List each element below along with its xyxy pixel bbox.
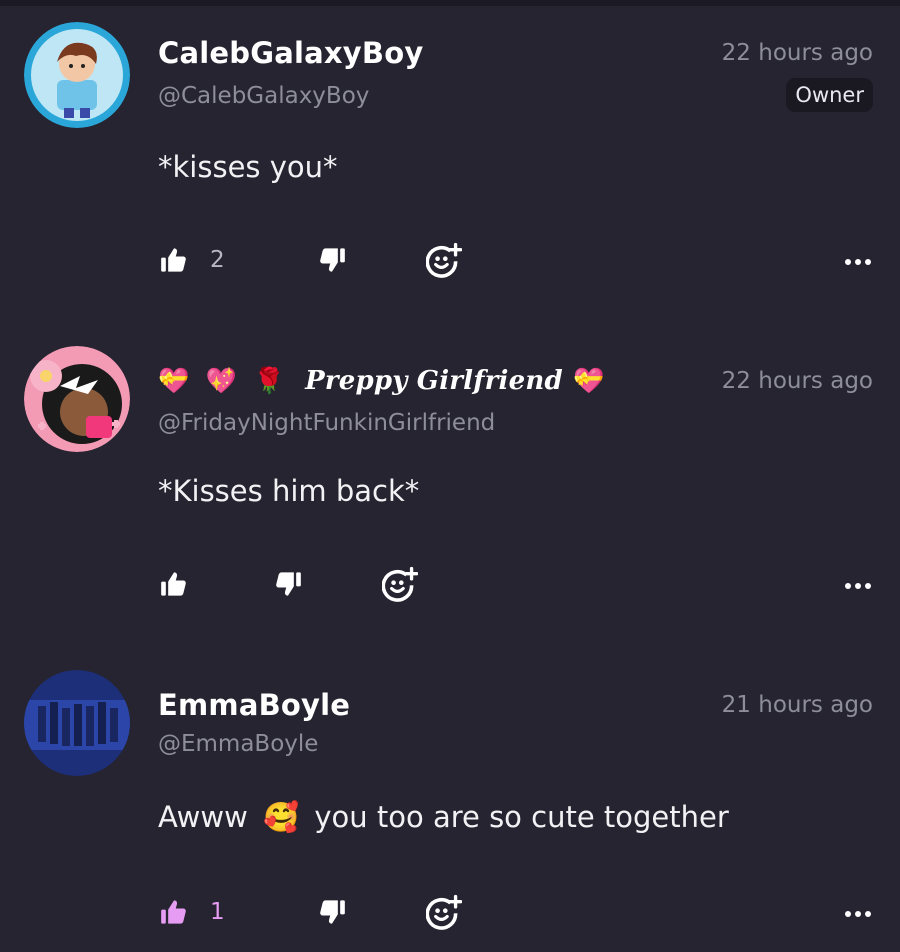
dislike-button[interactable]: [318, 246, 346, 274]
avatar[interactable]: [24, 670, 130, 776]
more-options-icon: [845, 911, 871, 917]
avatar[interactable]: [24, 22, 130, 128]
display-name[interactable]: EmmaBoyle: [158, 688, 350, 722]
add-reaction-icon: [382, 566, 418, 602]
comment-text: *kisses you*: [158, 150, 338, 184]
user-handle[interactable]: @EmmaBoyle: [158, 731, 318, 757]
thumbs-down-icon: [276, 572, 301, 596]
top-divider: [0, 0, 900, 6]
display-name: Preppy Girlfriend: [305, 366, 563, 396]
comment-text: *Kisses him back*: [158, 474, 420, 508]
timestamp: 21 hours ago: [721, 692, 873, 718]
comment-text: Awww 🥰 you too are so cute together: [158, 800, 729, 835]
user-handle[interactable]: @CalebGalaxyBoy: [158, 83, 369, 109]
comment-text-end: you too are so cute together: [314, 800, 729, 834]
thumbs-up-icon: [161, 248, 186, 272]
thumbs-up-icon: [161, 572, 186, 596]
like-button[interactable]: 2: [160, 246, 225, 274]
add-reaction-icon: [426, 242, 462, 278]
add-reaction-icon: [426, 894, 462, 930]
comment-text-start: Awww: [158, 800, 248, 834]
owner-badge: Owner: [786, 78, 873, 112]
like-count: 2: [210, 247, 225, 273]
more-options-button[interactable]: [844, 904, 872, 923]
like-button[interactable]: [160, 570, 210, 598]
thumbs-down-icon: [320, 248, 345, 272]
thumbs-down-icon: [320, 900, 345, 924]
more-options-icon: [845, 583, 871, 589]
dislike-button[interactable]: [318, 898, 346, 926]
more-options-icon: [845, 259, 871, 265]
thumbs-up-icon: [161, 900, 186, 924]
display-name[interactable]: CalebGalaxyBoy: [158, 36, 423, 70]
timestamp: 22 hours ago: [721, 40, 873, 66]
name-emojis-after: 💝: [573, 366, 605, 395]
timestamp: 22 hours ago: [721, 368, 873, 394]
add-reaction-button[interactable]: [426, 894, 462, 930]
add-reaction-button[interactable]: [382, 566, 418, 602]
like-count: 1: [210, 899, 225, 925]
more-options-button[interactable]: [844, 576, 872, 595]
name-emojis-before: 💝 💖 🌹: [158, 366, 289, 395]
dislike-button[interactable]: [274, 570, 302, 598]
like-button[interactable]: 1: [160, 898, 225, 926]
display-name-row[interactable]: 💝 💖 🌹 Preppy Girlfriend 💝: [158, 362, 604, 396]
add-reaction-button[interactable]: [426, 242, 462, 278]
more-options-button[interactable]: [844, 252, 872, 271]
smiling-hearts-emoji: 🥰: [263, 800, 300, 834]
avatar[interactable]: [24, 346, 130, 452]
user-handle[interactable]: @FridayNightFunkinGirlfriend: [158, 410, 495, 436]
